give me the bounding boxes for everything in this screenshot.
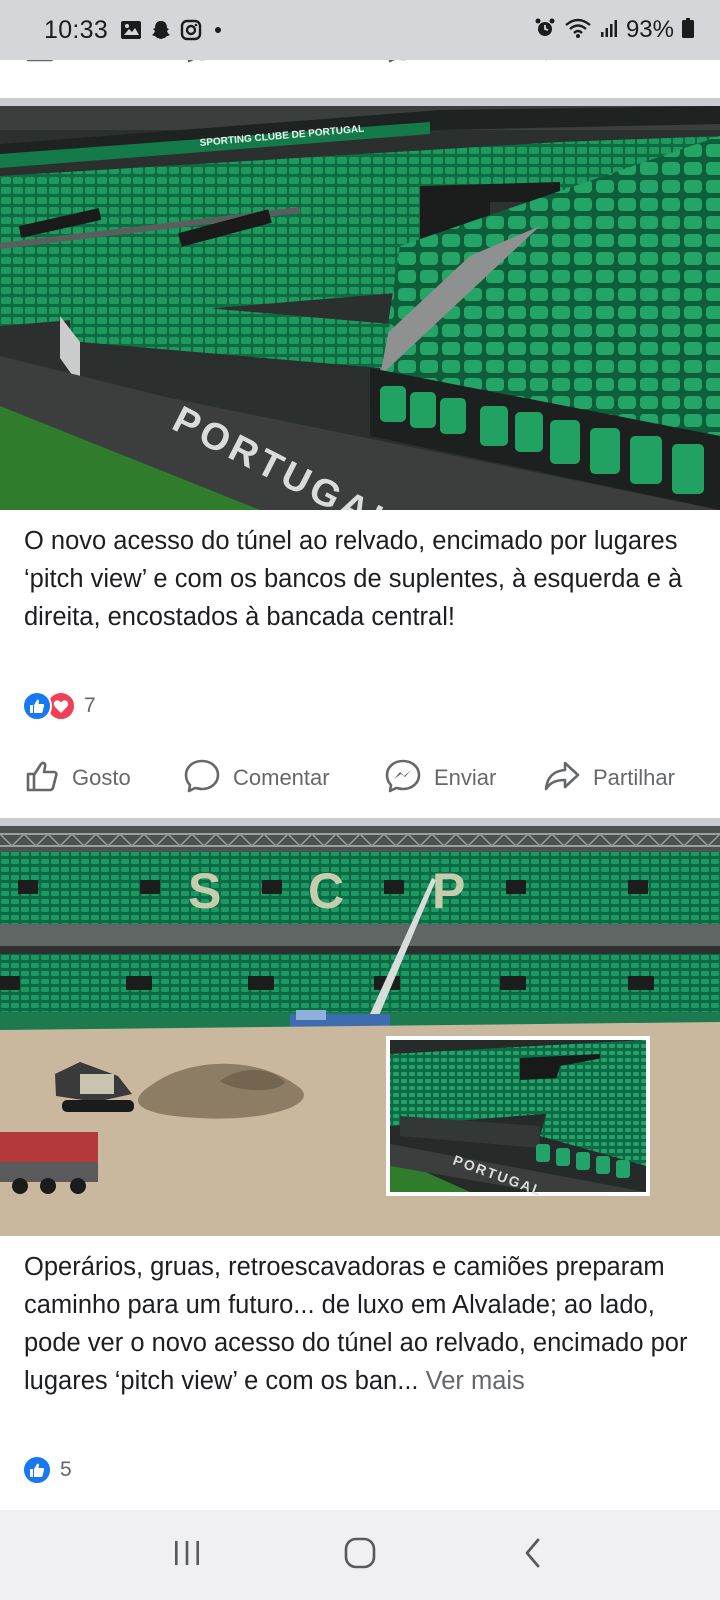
signal-icon (600, 18, 618, 43)
send-button-previous[interactable]: Enviar (384, 60, 496, 78)
battery-percentage: 93% (625, 16, 674, 43)
share-arrow-icon (543, 60, 581, 69)
like-reaction-icon (22, 691, 52, 721)
post-divider (0, 98, 720, 106)
send-button[interactable]: Enviar (384, 748, 496, 808)
home-button[interactable] (330, 1525, 390, 1585)
post1-action-bar: Gosto Comentar Enviar Partilhar (0, 748, 720, 808)
wifi-icon (564, 17, 592, 44)
post2-caption-text: Operários, gruas, retroescavadoras e cam… (24, 1253, 688, 1395)
previous-post-action-bar: Gosto Comentar Enviar Partilhar (0, 60, 720, 98)
like-reaction-icon (22, 1455, 52, 1485)
back-button[interactable] (503, 1525, 563, 1585)
battery-icon (682, 17, 694, 43)
dot-icon (210, 22, 226, 38)
thumbs-up-icon (24, 758, 60, 799)
post1-reactions[interactable]: 7 (22, 690, 96, 722)
system-navigation-bar (0, 1510, 720, 1600)
see-more-link[interactable]: Ver mais (426, 1367, 525, 1395)
status-bar: 10:33 93% (0, 0, 720, 60)
send-label: Enviar (434, 765, 497, 790)
like-label: Gosto (72, 60, 131, 61)
status-time: 10:33 (44, 15, 109, 44)
send-label: Enviar (434, 60, 496, 61)
post2-caption: Operários, gruas, retroescavadoras e cam… (24, 1248, 704, 1400)
alarm-icon (534, 17, 556, 44)
share-label: Partilhar (593, 60, 675, 61)
photo-letter-c: C (308, 863, 344, 919)
post2-reactions[interactable]: 5 (22, 1454, 72, 1486)
share-button[interactable]: Partilhar (543, 748, 675, 808)
comment-bubble-icon (183, 758, 221, 799)
post1-reaction-count: 7 (84, 694, 96, 717)
instagram-icon (180, 19, 202, 41)
post1-photo[interactable]: PORTUGAL SPORTING CLUBE DE PORTUGAL (0, 106, 720, 510)
like-label: Gosto (72, 765, 131, 790)
recent-apps-icon (171, 1538, 203, 1573)
photo-letter-s: S (188, 863, 221, 919)
share-label: Partilhar (593, 765, 675, 790)
photo-letter-p: P (432, 863, 465, 919)
like-button-previous[interactable]: Gosto (24, 60, 131, 78)
post1-caption: O novo acesso do túnel ao relvado, encim… (24, 527, 683, 631)
post2-reaction-count: 5 (60, 1458, 72, 1481)
messenger-icon (384, 60, 422, 69)
thumbs-up-icon (24, 60, 60, 69)
back-chevron-icon (522, 1537, 544, 1574)
gallery-icon (120, 20, 142, 40)
messenger-icon (384, 758, 422, 799)
post2-photo[interactable]: S C P PORTUGAL (0, 826, 720, 1236)
comment-label: Comentar (233, 765, 330, 790)
comment-button-previous[interactable]: Comentar (183, 60, 330, 78)
home-icon (343, 1536, 377, 1575)
comment-button[interactable]: Comentar (183, 748, 330, 808)
like-button[interactable]: Gosto (24, 748, 131, 808)
comment-bubble-icon (183, 60, 221, 69)
share-arrow-icon (543, 758, 581, 799)
post-divider (0, 818, 720, 826)
comment-label: Comentar (233, 60, 330, 61)
recent-apps-button[interactable] (157, 1525, 217, 1585)
share-button-previous[interactable]: Partilhar (543, 60, 675, 78)
snapchat-icon (150, 19, 172, 41)
